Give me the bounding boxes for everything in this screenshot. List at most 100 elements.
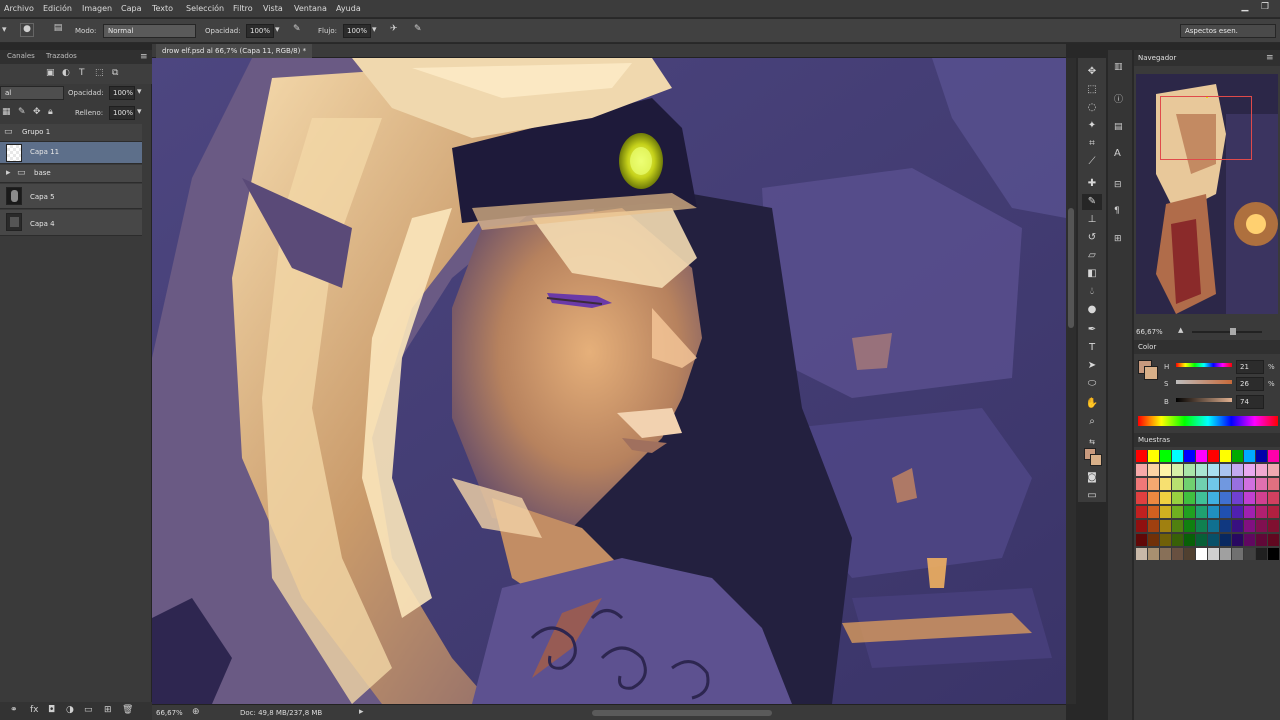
panel-menu-icon[interactable]: ≡: [140, 52, 148, 62]
color-swatch[interactable]: [1208, 492, 1219, 504]
color-swatch[interactable]: [1268, 534, 1279, 546]
zoom-out-icon[interactable]: ▲: [1178, 326, 1183, 334]
color-swatch[interactable]: [1160, 534, 1171, 546]
brush-panel-icon[interactable]: ▤: [52, 23, 64, 37]
opacity-dropdown-icon[interactable]: ▾: [275, 25, 280, 35]
menu-capa[interactable]: Capa: [121, 4, 141, 13]
s-slider[interactable]: [1176, 380, 1232, 384]
opacity-field[interactable]: 100%: [246, 24, 274, 38]
color-swatch[interactable]: [1208, 506, 1219, 518]
quick-select-tool-icon[interactable]: ✦: [1082, 118, 1102, 134]
lock-pixels-icon[interactable]: ▦: [2, 107, 11, 117]
history-panel-icon[interactable]: ▥: [1114, 62, 1123, 72]
color-swatch[interactable]: [1196, 478, 1207, 490]
lock-paint-icon[interactable]: ✎: [18, 107, 26, 117]
brush-tool-icon[interactable]: ✎: [1082, 194, 1102, 210]
navigator-zoom[interactable]: 66,67%: [1136, 328, 1163, 336]
path-select-tool-icon[interactable]: ➤: [1082, 358, 1102, 374]
status-info-icon[interactable]: ⊕: [192, 707, 200, 717]
color-swatch[interactable]: [1268, 464, 1279, 476]
stamp-tool-icon[interactable]: ⊥: [1082, 212, 1102, 228]
filter-smart-icon[interactable]: ⧉: [112, 68, 118, 78]
color-swatch[interactable]: [1184, 534, 1195, 546]
info-panel-icon[interactable]: ⓘ: [1114, 92, 1123, 105]
color-swatch[interactable]: [1184, 506, 1195, 518]
color-swatch[interactable]: [1160, 506, 1171, 518]
color-swatch[interactable]: [1232, 534, 1243, 546]
color-swatch[interactable]: [1160, 520, 1171, 532]
color-swatch[interactable]: [1136, 520, 1147, 532]
color-swatch[interactable]: [1268, 520, 1279, 532]
pen-tool-icon[interactable]: ✒: [1082, 322, 1102, 338]
vertical-scrollbar-thumb[interactable]: [1068, 208, 1074, 328]
color-swatch[interactable]: [1172, 506, 1183, 518]
layer-row-selected[interactable]: Capa 11: [0, 142, 142, 164]
color-swatch[interactable]: [1136, 478, 1147, 490]
color-swatch[interactable]: [1196, 534, 1207, 546]
menu-filtro[interactable]: Filtro: [233, 4, 253, 13]
document-tab[interactable]: drow elf.psd al 66,7% (Capa 11, RGB/8) *: [156, 44, 313, 58]
restore-icon[interactable]: ❐: [1258, 2, 1272, 14]
color-swatch[interactable]: [1256, 506, 1267, 518]
workspace-dropdown[interactable]: Aspectos esen.: [1180, 24, 1276, 38]
color-swatch[interactable]: [1136, 548, 1147, 560]
layer-opacity-dropdown-icon[interactable]: ▾: [137, 87, 142, 97]
swatches-title[interactable]: Muestras: [1138, 436, 1170, 444]
color-swatch[interactable]: [1148, 464, 1159, 476]
color-swatch[interactable]: [1148, 534, 1159, 546]
color-swatch[interactable]: [1244, 492, 1255, 504]
mask-icon[interactable]: ◘: [48, 705, 55, 715]
menu-edicion[interactable]: Edición: [43, 4, 72, 13]
color-swatch[interactable]: [1244, 520, 1255, 532]
blend-mode-dropdown[interactable]: al: [0, 86, 64, 100]
color-swatch[interactable]: [1256, 534, 1267, 546]
color-swatch[interactable]: [1220, 548, 1231, 560]
color-swatch[interactable]: [1148, 450, 1159, 462]
menu-vista[interactable]: Vista: [263, 4, 283, 13]
color-swatch[interactable]: [1244, 506, 1255, 518]
color-swatch[interactable]: [1268, 450, 1279, 462]
h-slider[interactable]: [1176, 363, 1232, 367]
menu-seleccion[interactable]: Selección: [186, 4, 224, 13]
horizontal-scrollbar-thumb[interactable]: [592, 710, 772, 716]
zoom-readout[interactable]: 66,67%: [156, 709, 183, 717]
color-swatch[interactable]: [1232, 520, 1243, 532]
color-swatch[interactable]: [1160, 450, 1171, 462]
color-swatch[interactable]: [1232, 506, 1243, 518]
color-swatch[interactable]: [1232, 450, 1243, 462]
layer-row-group[interactable]: ▭ Grupo 1: [0, 124, 142, 142]
adjustment-icon[interactable]: ◑: [66, 705, 74, 715]
lock-all-icon[interactable]: 🔒︎: [48, 107, 53, 117]
color-swatch[interactable]: [1220, 520, 1231, 532]
healing-tool-icon[interactable]: ✚: [1082, 176, 1102, 192]
color-swatch[interactable]: [1232, 548, 1243, 560]
color-swatch[interactable]: [1160, 464, 1171, 476]
lock-move-icon[interactable]: ✥: [33, 107, 41, 117]
new-group-icon[interactable]: ▭: [84, 705, 93, 715]
color-swatch[interactable]: [1256, 478, 1267, 490]
color-swatch[interactable]: [1172, 464, 1183, 476]
type-tool-icon[interactable]: T: [1082, 340, 1102, 356]
shape-tool-icon[interactable]: ⬭: [1082, 376, 1102, 392]
color-swatch[interactable]: [1136, 534, 1147, 546]
fx-icon[interactable]: fx: [30, 705, 39, 715]
color-swatch[interactable]: [1268, 548, 1279, 560]
color-swatch[interactable]: [1172, 548, 1183, 560]
history-brush-tool-icon[interactable]: ↺: [1082, 230, 1102, 246]
move-tool-icon[interactable]: ✥: [1082, 64, 1102, 80]
color-swatch[interactable]: [1184, 548, 1195, 560]
color-swatch[interactable]: [1148, 492, 1159, 504]
airbrush-icon[interactable]: ✈: [390, 24, 398, 34]
blur-tool-icon[interactable]: 💧︎: [1082, 284, 1102, 300]
color-swatch[interactable]: [1196, 506, 1207, 518]
zoom-slider-handle[interactable]: [1230, 328, 1236, 335]
gradient-tool-icon[interactable]: ◧: [1082, 266, 1102, 282]
color-swatch[interactable]: [1220, 492, 1231, 504]
pressure-size-icon[interactable]: ✎: [414, 24, 422, 34]
navigator-menu-icon[interactable]: ≡: [1266, 53, 1274, 63]
color-swatch[interactable]: [1172, 520, 1183, 532]
color-swatch[interactable]: [1160, 548, 1171, 560]
link-layers-icon[interactable]: ⚭: [10, 705, 18, 715]
color-swatch[interactable]: [1184, 478, 1195, 490]
zoom-tool-icon[interactable]: ⌕: [1082, 414, 1102, 430]
